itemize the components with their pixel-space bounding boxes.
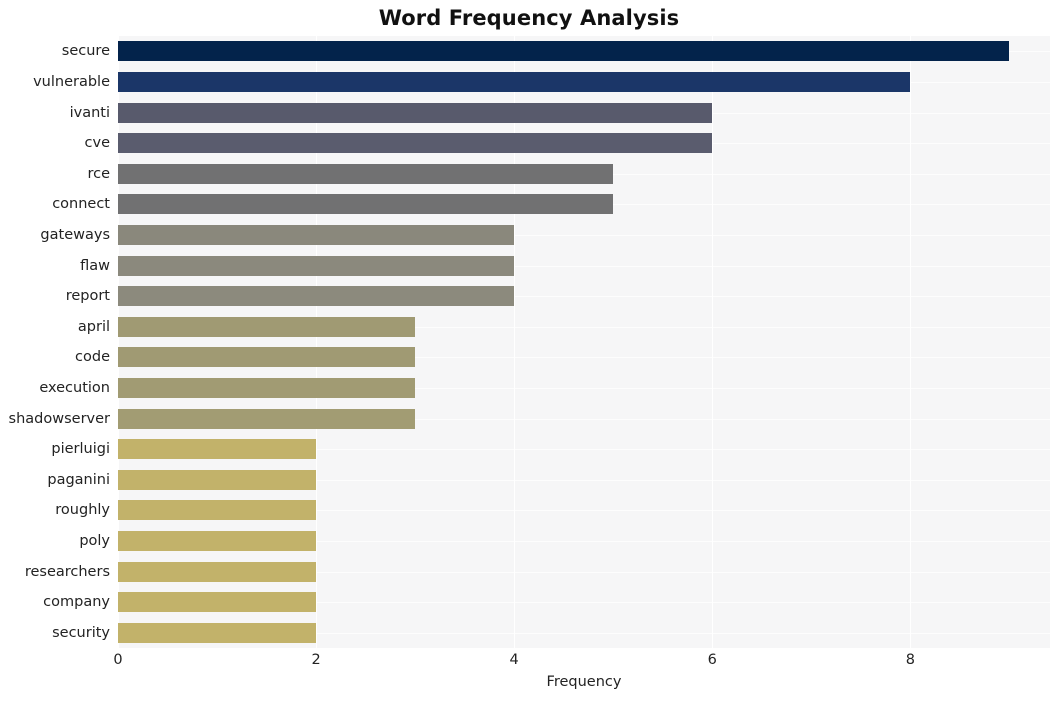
bar [118,439,317,460]
bar [118,408,416,429]
bar [118,71,911,92]
x-axis-tick-label: 0 [113,652,123,668]
bar [118,255,515,276]
y-axis-tick-label: shadowserver [8,410,110,427]
y-axis-tick-label: company [43,594,110,611]
y-axis-tick-label: flaw [80,257,110,274]
bar [118,224,515,245]
chart-title: Word Frequency Analysis [378,6,680,30]
x-gridline [910,36,912,648]
y-axis-tick-label: vulnerable [33,73,110,90]
x-axis-tick-label: 4 [509,652,519,668]
bar [118,377,416,398]
y-axis-tick-label: paganini [47,471,110,488]
x-axis-tick-labels: 0 2 4 6 8 [0,648,1058,674]
bar [118,316,416,337]
y-axis-tick-label: cve [84,135,110,152]
y-axis-tick-label: execution [39,379,110,396]
y-axis-tick-label: roughly [55,502,110,519]
bar [118,500,317,521]
y-axis-tick-label: poly [79,532,110,549]
y-axis-tick-labels: secure vulnerable ivanti cve rce connect gatew… [0,36,110,648]
plot-area [118,36,1050,648]
bar [118,163,614,184]
bar [118,530,317,551]
y-axis-tick-label: gateways [40,226,110,243]
y-axis-tick-label: researchers [24,563,110,580]
y-axis-tick-label: april [77,318,110,335]
x-axis-tick-label: 6 [707,652,717,668]
y-axis-tick-label: pierluigi [51,441,110,458]
x-gridline [316,36,318,648]
bar [118,102,713,123]
bar [118,41,1010,62]
x-axis-label: Frequency [546,674,622,690]
x-axis-tick-label: 8 [905,652,915,668]
y-axis-tick-label: ivanti [69,104,110,121]
bar [118,622,317,643]
y-axis-tick-label: code [75,349,110,366]
x-gridline [118,36,119,648]
y-axis-tick-label: secure [61,43,110,60]
y-axis-tick-label: report [65,288,110,305]
bar [118,133,713,154]
x-gridline [514,36,516,648]
x-axis-tick-label: 2 [311,652,321,668]
bar [118,469,317,490]
y-axis-tick-label: connect [52,196,110,213]
bar [118,592,317,613]
bar [118,561,317,582]
y-axis-tick-label: security [52,624,110,641]
x-gridline [712,36,714,648]
bar [118,194,614,215]
chart-figure: Word Frequency Analysis secure vulnerable… [0,0,1058,701]
bar [118,347,416,368]
bar [118,286,515,307]
y-axis-tick-label: rce [87,165,110,182]
